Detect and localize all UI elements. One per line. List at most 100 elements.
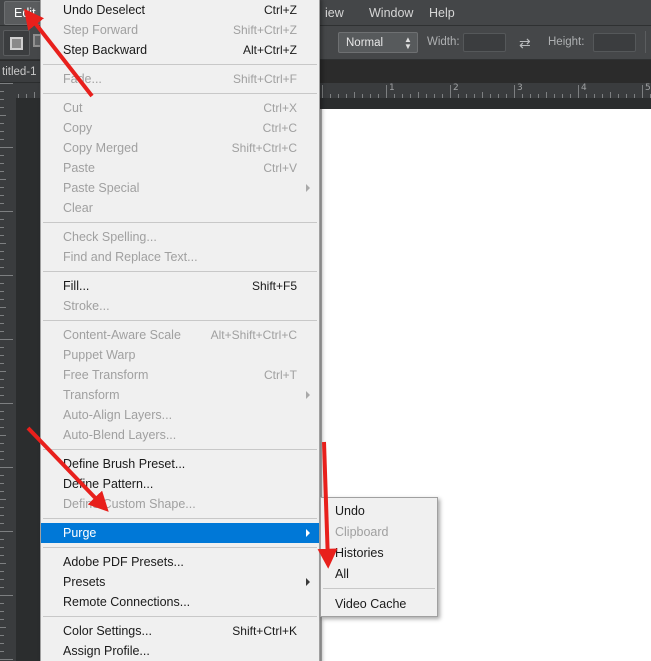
ruler-tick	[0, 427, 4, 428]
ruler-tick	[18, 94, 19, 98]
ruler-tick	[0, 555, 4, 556]
menu-separator	[43, 518, 317, 519]
ruler-tick	[0, 467, 13, 468]
menu-item-label: Find and Replace Text...	[63, 250, 198, 264]
ruler-tick	[0, 179, 6, 180]
ruler-tick	[546, 92, 547, 98]
style-select[interactable]: Normal ▲ ▼	[338, 32, 418, 53]
ruler-tick	[642, 85, 643, 98]
ruler-tick	[442, 94, 443, 98]
swap-dimensions-icon[interactable]: ⇄	[519, 35, 531, 52]
purge-submenu[interactable]: Undo Clipboard Histories All Video Cache	[320, 497, 438, 617]
menu-item-shortcut: Ctrl+C	[262, 121, 297, 135]
ruler-number: 1	[389, 83, 395, 93]
menu-item-label: Paste	[63, 161, 95, 175]
edit-menu-item-presets[interactable]: Presets	[41, 572, 319, 592]
edit-menu-item-purge[interactable]: Purge	[41, 523, 319, 543]
width-input[interactable]	[463, 33, 506, 52]
edit-menu-item-step-backward[interactable]: Step Backward Alt+Ctrl+Z	[41, 40, 319, 60]
menu-item-shortcut: Shift+Ctrl+Z	[232, 23, 297, 37]
ruler-tick	[0, 659, 13, 660]
ruler-tick	[0, 387, 4, 388]
edit-menu-item-cut: Cut Ctrl+X	[41, 98, 319, 118]
menu-separator	[43, 64, 317, 65]
ruler-tick	[394, 94, 395, 98]
tool-preset-picker[interactable]	[3, 30, 30, 56]
menubar-item-help[interactable]: Help	[420, 0, 464, 26]
ruler-tick	[0, 435, 6, 436]
height-input[interactable]	[593, 33, 636, 52]
edit-dropdown-menu[interactable]: Undo Deselect Ctrl+Z Step Forward Shift+Ctr…	[40, 0, 320, 661]
edit-menu-item-free-transform: Free Transform Ctrl+T	[41, 365, 319, 385]
ruler-tick	[482, 92, 483, 98]
ruler-tick	[0, 115, 6, 116]
edit-menu-item-color-settings[interactable]: Color Settings... Shift+Ctrl+K	[41, 621, 319, 641]
menu-item-label: Remote Connections...	[63, 595, 191, 609]
menu-item-label: Undo Deselect	[63, 3, 145, 17]
edit-menu-item-clear: Clear	[41, 198, 319, 218]
edit-menu-item-define-pattern[interactable]: Define Pattern...	[41, 474, 319, 494]
ruler-tick	[0, 91, 4, 92]
ruler-tick	[0, 219, 4, 220]
ruler-tick	[0, 339, 13, 340]
width-label: Width:	[427, 36, 460, 48]
purge-submenu-item-all[interactable]: All	[321, 563, 437, 584]
ruler-tick	[378, 94, 379, 98]
ruler-tick	[370, 94, 371, 98]
edit-menu-item-assign-profile[interactable]: Assign Profile...	[41, 641, 319, 661]
edit-menu-item-undo-deselect[interactable]: Undo Deselect Ctrl+Z	[41, 0, 319, 20]
menu-item-label: Auto-Align Layers...	[63, 408, 173, 422]
submenu-arrow-icon	[306, 529, 310, 537]
submenu-arrow-icon	[306, 184, 310, 192]
ruler-tick	[458, 94, 459, 98]
menubar-item-window[interactable]: Window	[360, 0, 422, 26]
height-label: Height:	[548, 36, 585, 48]
ruler-tick	[0, 131, 4, 132]
ruler-tick	[0, 171, 4, 172]
menu-item-shortcut: Ctrl+V	[263, 161, 297, 175]
ruler-tick	[0, 523, 4, 524]
ruler-tick	[338, 94, 339, 98]
menu-item-label: Color Settings...	[63, 624, 152, 638]
ruler-tick	[602, 94, 603, 98]
ruler-tick	[0, 267, 4, 268]
ruler-tick	[0, 259, 4, 260]
menu-item-shortcut: Shift+F5	[251, 279, 297, 293]
menu-item-label: Undo	[335, 503, 365, 518]
menu-item-label: Cut	[63, 101, 83, 115]
menu-item-shortcut: Ctrl+Z	[264, 3, 297, 17]
ruler-tick	[0, 587, 4, 588]
menu-separator	[43, 547, 317, 548]
menubar-item-iew[interactable]: iew	[316, 0, 353, 26]
menu-item-label: Puppet Warp	[63, 348, 136, 362]
purge-submenu-item-histories[interactable]: Histories	[321, 542, 437, 563]
edit-menu-item-remote-connections[interactable]: Remote Connections...	[41, 592, 319, 612]
vertical-ruler	[0, 83, 16, 661]
ruler-tick	[0, 331, 4, 332]
ruler-tick	[402, 94, 403, 98]
ruler-tick	[0, 379, 4, 380]
ruler-tick	[634, 94, 635, 98]
edit-menu-item-fill[interactable]: Fill... Shift+F5	[41, 276, 319, 296]
edit-menu-item-adobe-pdf-presets[interactable]: Adobe PDF Presets...	[41, 552, 319, 572]
ruler-tick	[0, 547, 4, 548]
ruler-tick	[34, 92, 35, 98]
marquee-tool-icon	[10, 36, 23, 50]
ruler-tick	[0, 291, 4, 292]
edit-menu-item-define-brush-preset[interactable]: Define Brush Preset...	[41, 454, 319, 474]
ruler-tick	[0, 83, 13, 84]
menubar-item-label: Edit	[14, 6, 36, 20]
edit-menu-item-stroke: Stroke...	[41, 296, 319, 316]
ruler-tick	[538, 94, 539, 98]
menu-item-label: Copy	[63, 121, 93, 135]
ruler-tick	[0, 323, 4, 324]
ruler-tick	[0, 99, 4, 100]
purge-submenu-item-undo[interactable]: Undo	[321, 500, 437, 521]
menu-separator	[43, 93, 317, 94]
edit-menu-item-paste: Paste Ctrl+V	[41, 158, 319, 178]
menu-item-label: Check Spelling...	[63, 230, 157, 244]
ruler-tick	[530, 94, 531, 98]
ruler-tick	[522, 94, 523, 98]
ruler-number: 2	[453, 83, 459, 93]
purge-submenu-item-video-cache[interactable]: Video Cache	[321, 593, 437, 614]
